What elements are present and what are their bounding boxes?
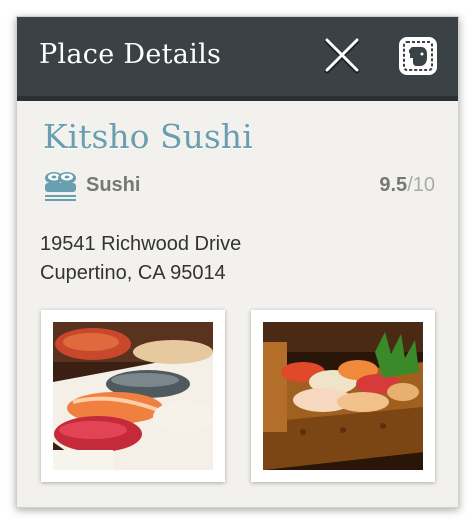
address: 19541 Richwood Drive Cupertino, CA 95014 (40, 230, 241, 288)
page-title: Place Details (39, 39, 222, 70)
sushi-icon (45, 172, 76, 201)
address-line-2: Cupertino, CA 95014 (40, 262, 226, 284)
category-row: Sushi 9.5/10 (43, 169, 435, 201)
photo-thumbnail-2[interactable] (251, 310, 435, 482)
address-line-1: 19541 Richwood Drive (40, 233, 242, 255)
rating-max: /10 (407, 174, 435, 196)
category-label: Sushi (86, 174, 141, 196)
place-details-card: Place Details Kitsho Sushi Sushi 9.5/10 … (16, 16, 459, 508)
place-name: Kitsho Sushi (43, 117, 253, 156)
rating-score: 9.5 (379, 174, 408, 196)
evernote-button[interactable] (397, 35, 439, 77)
sushi-nigiri-photo (53, 322, 213, 470)
sushi-boat-photo (263, 322, 423, 470)
photo-thumbnail-1[interactable] (41, 310, 225, 482)
evernote-elephant-icon (399, 37, 437, 75)
close-icon (324, 38, 360, 74)
header-bar: Place Details (17, 17, 458, 101)
close-button[interactable] (323, 37, 361, 75)
rating: 9.5/10 (379, 174, 435, 197)
